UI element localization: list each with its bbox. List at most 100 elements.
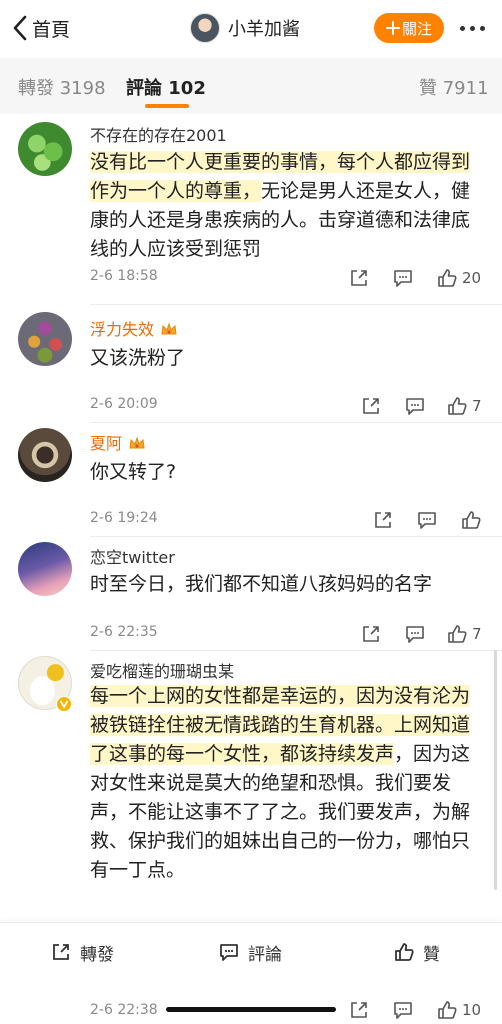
like-button[interactable]: 20: [436, 266, 481, 290]
like-button[interactable]: 7: [446, 394, 482, 418]
tab-reposts[interactable]: 轉發 3198: [18, 74, 106, 100]
commenter-name[interactable]: 恋空twitter: [90, 544, 175, 568]
plus-icon: [385, 21, 400, 35]
more-dot-icon: [469, 25, 475, 31]
comment-date: 2-6 22:35: [90, 624, 158, 640]
comment-text: 又该洗粉了: [90, 347, 186, 369]
post-author[interactable]: 小羊加酱: [190, 10, 300, 46]
commenter-name-text: 浮力失效: [90, 320, 155, 339]
bottom-action-bar: 轉發 評論 贊: [0, 922, 502, 980]
comment-date: 2-6 19:24: [90, 510, 158, 526]
comment-divider: [90, 304, 502, 305]
share-icon: [363, 398, 379, 414]
reply-button[interactable]: [392, 998, 414, 1022]
comment-text: 每一个上网的女性都是幸运的，因为没有沦为被铁链拴住被无情践踏的生育机器。上网知道…: [90, 682, 486, 885]
repost-comment-button[interactable]: [348, 998, 370, 1022]
repost-comment-button[interactable]: [360, 622, 382, 646]
comment-date: 2-6 18:58: [90, 268, 158, 284]
top-nav-bar: 首頁 小羊加酱 關注: [0, 0, 502, 58]
commenter-avatar[interactable]: [18, 542, 72, 596]
tab-label: 轉發: [18, 78, 54, 99]
like-post-button[interactable]: 贊: [393, 940, 440, 965]
reply-button[interactable]: [404, 622, 426, 646]
repost-label: 轉發: [80, 944, 114, 965]
more-dot-icon: [479, 25, 485, 31]
follow-button[interactable]: 關注: [374, 13, 444, 43]
active-tab-indicator: [145, 104, 189, 108]
comment-label: 評論: [248, 944, 282, 965]
share-icon: [363, 626, 379, 642]
repost-button[interactable]: 轉發: [50, 940, 114, 965]
reply-button[interactable]: [392, 266, 414, 290]
verified-badge-icon: [56, 696, 72, 712]
comment-divider: [90, 422, 502, 423]
repost-comment-button[interactable]: [372, 508, 394, 532]
commenter-avatar[interactable]: [18, 122, 72, 176]
share-icon: [351, 270, 367, 286]
tab-likes[interactable]: 贊 7911: [419, 74, 489, 100]
comment-actions: 7: [348, 394, 488, 418]
repost-comment-button[interactable]: [348, 266, 370, 290]
commenter-name[interactable]: 不存在的存在2001: [90, 122, 227, 146]
chevron-left-icon: [13, 15, 27, 41]
like-count: 7: [472, 625, 482, 643]
reply-button[interactable]: [416, 508, 438, 532]
author-name[interactable]: 小羊加酱: [228, 15, 300, 41]
tab-count: 7911: [442, 78, 489, 99]
more-button[interactable]: [454, 18, 490, 38]
share-icon: [375, 512, 391, 528]
thumbs-up-icon: [395, 943, 414, 961]
scrollbar[interactable]: [494, 650, 497, 890]
comment-text: 你又转了?: [90, 461, 177, 483]
more-dot-icon: [459, 25, 465, 31]
comment-icon: [406, 626, 424, 643]
like-count: 7: [472, 397, 482, 415]
like-button[interactable]: 10: [436, 998, 481, 1022]
comment-icon: [418, 512, 436, 529]
like-button[interactable]: 7: [446, 622, 482, 646]
comment-date: 2-6 22:38: [90, 1002, 158, 1018]
comment-actions: [348, 508, 488, 532]
comment-button[interactable]: 評論: [218, 940, 282, 965]
commenter-name[interactable]: 爱吃榴莲的珊瑚虫某: [90, 658, 234, 682]
tab-bar: 轉發 3198 評論 102 贊 7911: [0, 58, 502, 114]
thumbs-up-icon: [448, 625, 467, 643]
repost-comment-button[interactable]: [360, 394, 382, 418]
commenter-avatar[interactable]: [18, 312, 72, 366]
commenter-name-text: 夏阿: [90, 434, 123, 453]
commenter-name[interactable]: 浮力失效: [90, 316, 178, 340]
comment-text: 没有比一个人更重要的事情，每个人都应得到作为一个人的尊重，无论是男人还是女人，健…: [90, 148, 486, 264]
comment-divider: [90, 536, 502, 537]
thumbs-up-icon: [438, 1001, 457, 1019]
author-avatar[interactable]: [190, 13, 220, 43]
comment-icon: [394, 270, 412, 287]
comment-divider: [90, 650, 502, 651]
comment-text: 时至今日，我们都不知道八孩妈妈的名字: [90, 573, 433, 595]
like-button[interactable]: [460, 508, 486, 532]
like-count: 10: [462, 1001, 482, 1019]
comment-actions: 7: [348, 622, 488, 646]
tab-count: 3198: [59, 78, 106, 99]
commenter-name[interactable]: 夏阿: [90, 430, 146, 454]
tab-comments[interactable]: 評論 102: [126, 74, 206, 100]
vip-crown-icon: [161, 322, 177, 335]
tab-label: 評論: [126, 78, 162, 99]
commenter-avatar[interactable]: [18, 428, 72, 482]
comment-date: 2-6 20:09: [90, 396, 158, 412]
thumbs-up-icon: [448, 397, 467, 415]
home-indicator[interactable]: [166, 1007, 336, 1012]
reply-button[interactable]: [404, 394, 426, 418]
share-icon: [53, 944, 69, 960]
follow-label: 關注: [401, 19, 432, 38]
comment-actions: 20: [348, 266, 488, 290]
comment-actions: 10: [348, 998, 488, 1022]
back-button[interactable]: 首頁: [12, 10, 70, 46]
thumbs-up-icon: [462, 511, 481, 529]
vip-crown-icon: [129, 436, 145, 449]
like-label: 贊: [423, 944, 440, 965]
like-count: 20: [462, 269, 482, 287]
thumbs-up-icon: [438, 269, 457, 287]
comment-icon: [220, 944, 238, 961]
share-icon: [351, 1002, 367, 1018]
tab-label: 贊: [419, 78, 437, 99]
